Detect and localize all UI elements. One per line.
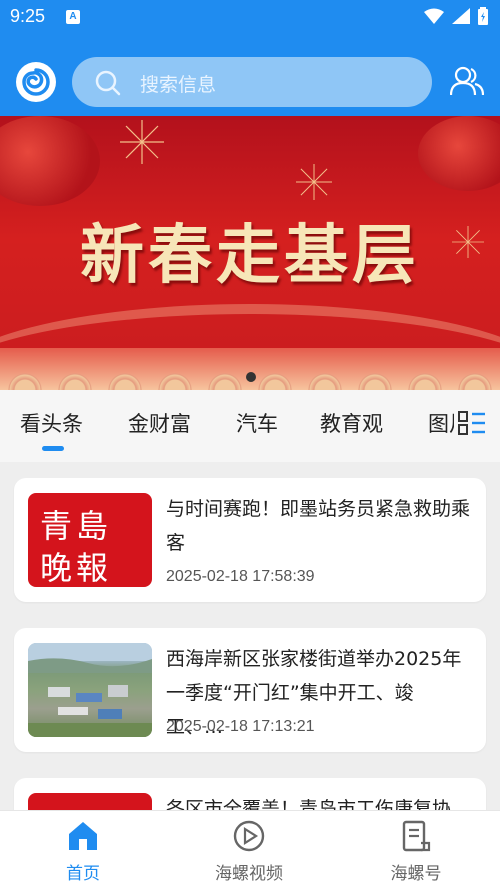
search-placeholder: 搜索信息	[140, 74, 217, 96]
carousel-banner[interactable]: 新春走基层	[0, 116, 500, 390]
category-tabs: 看头条 金财富 汽车 教育观 图片	[0, 390, 500, 462]
battery-icon	[478, 7, 488, 25]
app-header: 9:25 A 搜索信息	[0, 0, 500, 116]
document-icon	[402, 820, 431, 852]
notification-badge-icon: A	[66, 10, 80, 24]
search-bar[interactable]: 搜索信息	[72, 57, 432, 107]
tab-menu-button[interactable]	[454, 410, 486, 440]
nav-label: 海螺号	[390, 864, 442, 884]
firework-decoration-icon	[296, 164, 332, 200]
status-icons	[424, 7, 488, 25]
status-time: 9:25	[10, 6, 46, 26]
news-title: 与时间赛跑！即墨站务员紧急救助乘客	[166, 498, 471, 554]
app-logo[interactable]	[16, 62, 56, 102]
signal-icon	[452, 8, 470, 24]
news-time: 2025-02-18 17:58:39	[166, 568, 315, 585]
lantern-left-decoration	[0, 116, 100, 206]
lantern-right-decoration	[418, 116, 500, 191]
carousel-indicator	[246, 372, 256, 382]
tab-finance[interactable]: 金财富	[128, 408, 191, 438]
thumbnail-logo-text: 晚報	[40, 549, 113, 587]
user-group-icon[interactable]	[450, 66, 484, 96]
thumbnail-logo-text: 青島	[40, 507, 113, 545]
active-tab-indicator	[42, 446, 64, 451]
wave-pattern-decoration	[0, 348, 500, 390]
nav-video[interactable]: 海螺视频	[166, 811, 332, 888]
tab-headlines[interactable]: 看头条	[20, 408, 83, 438]
news-card[interactable]: 青島 晚報 与时间赛跑！即墨站务员紧急救助乘客 2025-02-18 17:58…	[14, 478, 486, 602]
banner-title: 新春走基层	[80, 218, 420, 293]
home-icon	[69, 822, 97, 850]
status-bar: 9:25 A	[0, 0, 500, 36]
news-time: 2025-02-18 17:13:21	[166, 718, 315, 735]
search-icon	[95, 70, 121, 96]
news-thumbnail	[28, 643, 152, 737]
nav-label: 首页	[66, 864, 100, 884]
nav-label: 海螺视频	[215, 864, 283, 884]
tab-auto[interactable]: 汽车	[236, 408, 278, 438]
tab-education[interactable]: 教育观	[320, 408, 383, 438]
conch-logo-icon	[22, 68, 50, 96]
video-play-icon	[233, 820, 265, 852]
firework-decoration-icon	[120, 120, 164, 164]
wifi-icon	[424, 8, 444, 24]
news-card[interactable]: 西海岸新区张家楼街道举办2025年一季度“开门红”集中开工、竣工、… 2025-…	[14, 628, 486, 752]
nav-conch-account[interactable]: 海螺号	[333, 811, 499, 888]
aerial-photo-image	[28, 643, 152, 737]
news-thumbnail: 青島 晚報	[28, 493, 152, 587]
bottom-navigation: 首页 海螺视频 海螺号	[0, 810, 500, 888]
nav-home[interactable]: 首页	[0, 811, 166, 888]
list-menu-icon	[458, 411, 485, 435]
